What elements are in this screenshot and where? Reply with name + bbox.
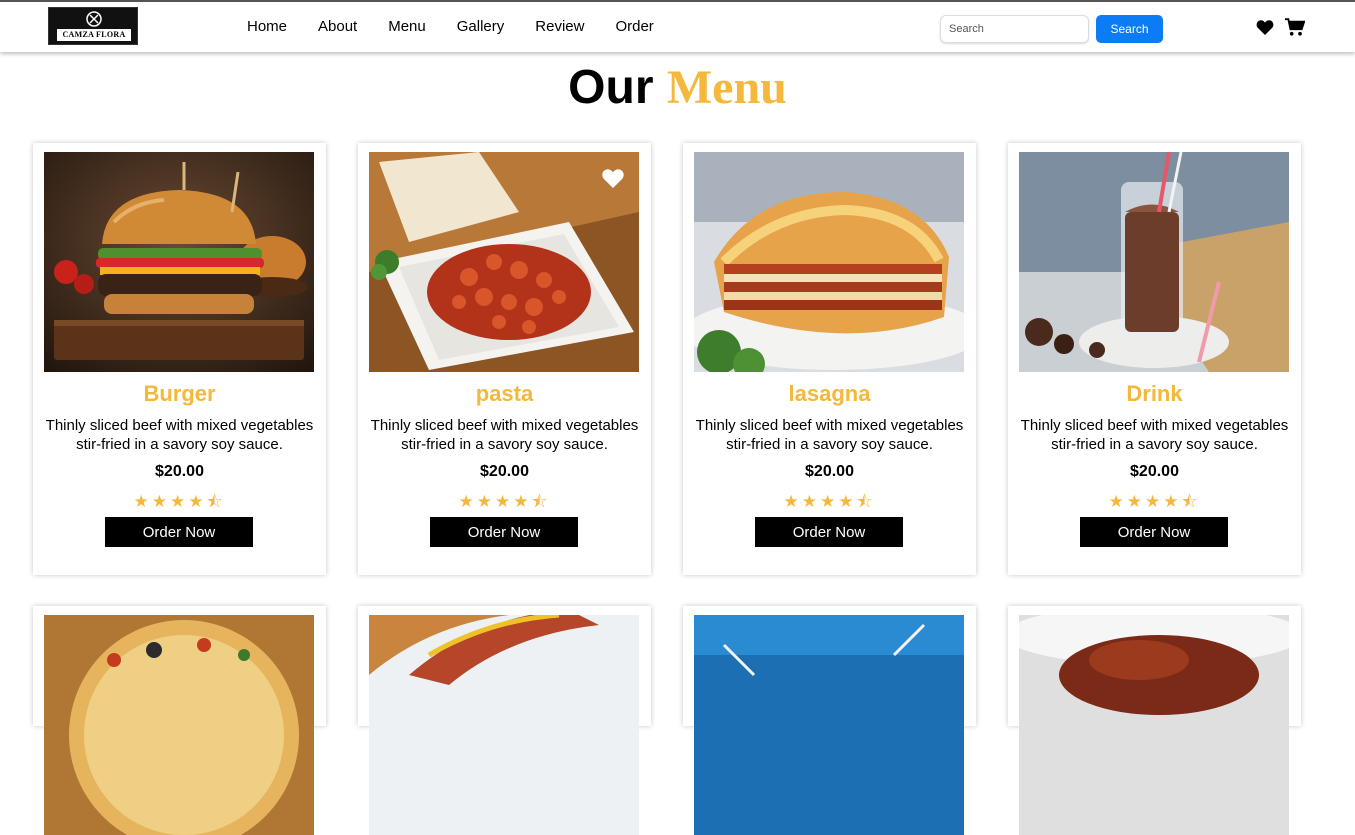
- pizza-image: [44, 615, 314, 835]
- logo[interactable]: CAMZA FLORA: [48, 7, 138, 45]
- order-now-button[interactable]: Order Now: [430, 517, 578, 547]
- nav-home[interactable]: Home: [247, 17, 287, 39]
- menu-card-drink: Drink Thinly sliced beef with mixed vege…: [1008, 143, 1301, 575]
- order-now-button[interactable]: Order Now: [1080, 517, 1228, 547]
- chicken-image: [1019, 615, 1289, 835]
- pasta-image: [369, 152, 639, 372]
- logo-text: CAMZA FLORA: [57, 29, 131, 41]
- nav-review[interactable]: Review: [535, 17, 584, 39]
- nav-order[interactable]: Order: [615, 17, 653, 39]
- item-name: lasagna: [788, 381, 871, 406]
- nav-about[interactable]: About: [318, 17, 357, 39]
- menu-card-burger: Burger Thinly sliced beef with mixed veg…: [33, 143, 326, 575]
- order-now-button[interactable]: Order Now: [755, 517, 903, 547]
- hotdog-image: [369, 615, 639, 835]
- item-name: Burger: [143, 381, 216, 406]
- item-name: Drink: [1126, 381, 1183, 406]
- item-price: $20.00: [480, 463, 529, 480]
- star-rating: ★★★★⯪: [1108, 492, 1201, 511]
- top-navbar: CAMZA FLORA Home About Menu Gallery Revi…: [0, 0, 1355, 52]
- star-rating: ★★★★⯪: [458, 492, 551, 511]
- main-nav: Home About Menu Gallery Review Order: [247, 17, 685, 39]
- star-rating: ★★★★⯪: [783, 492, 876, 511]
- menu-card-lasagna: lasagna Thinly sliced beef with mixed ve…: [683, 143, 976, 575]
- heart-icon[interactable]: [1256, 19, 1274, 36]
- section-title: Our Menu: [0, 60, 1355, 115]
- menu-card-blue-drink: [683, 606, 976, 835]
- star-rating: ★★★★⯪: [133, 492, 226, 511]
- menu-card-chicken: [1008, 606, 1301, 835]
- title-part-menu: Menu: [666, 61, 787, 114]
- nav-menu[interactable]: Menu: [388, 17, 426, 39]
- burger-image: [44, 152, 314, 372]
- lasagna-image: [694, 152, 964, 372]
- item-name: pasta: [475, 381, 534, 406]
- item-description: Thinly sliced beef with mixed vegetables…: [1020, 417, 1289, 453]
- favorite-heart-icon[interactable]: [601, 168, 625, 189]
- title-part-our: Our: [568, 61, 654, 114]
- item-description: Thinly sliced beef with mixed vegetables…: [370, 417, 639, 453]
- cart-icon[interactable]: [1285, 18, 1305, 37]
- menu-card-pizza: [33, 606, 326, 835]
- item-price: $20.00: [155, 463, 204, 480]
- item-description: Thinly sliced beef with mixed vegetables…: [45, 417, 314, 453]
- item-description: Thinly sliced beef with mixed vegetables…: [695, 417, 964, 453]
- search-button[interactable]: Search: [1096, 15, 1163, 43]
- item-price: $20.00: [1130, 463, 1179, 480]
- menu-card-pasta: pasta Thinly sliced beef with mixed vege…: [358, 143, 651, 575]
- drink-image: [1019, 152, 1289, 372]
- blue-drink-image: [694, 615, 964, 835]
- item-price: $20.00: [805, 463, 854, 480]
- order-now-button[interactable]: Order Now: [105, 517, 253, 547]
- nav-gallery[interactable]: Gallery: [457, 17, 505, 39]
- menu-card-hotdog: [358, 606, 651, 835]
- search-input[interactable]: [940, 15, 1089, 43]
- utensils-icon: [86, 11, 102, 27]
